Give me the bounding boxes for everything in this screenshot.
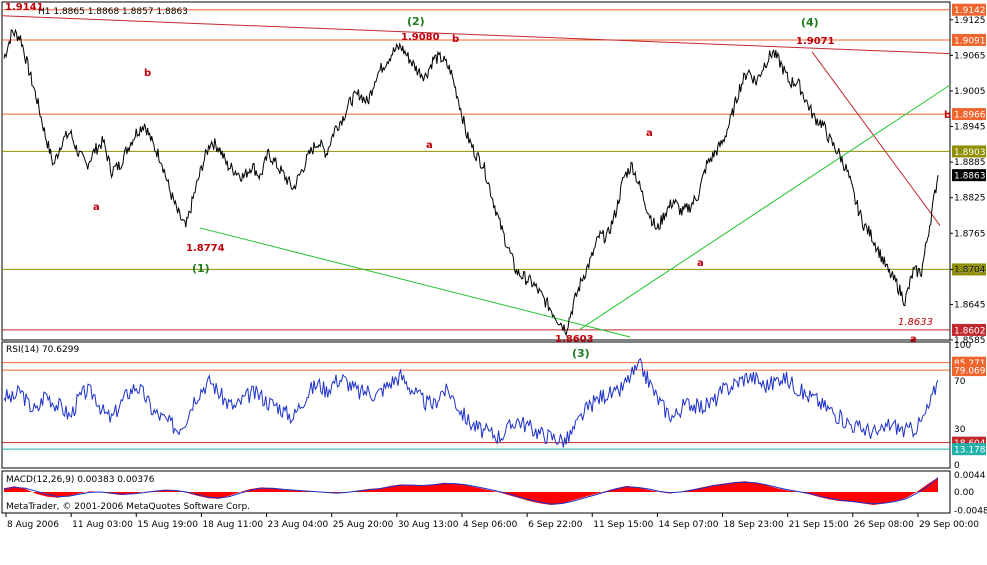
y-tick-label: 1.8825: [954, 194, 986, 204]
rsi-tick-label: 70: [954, 377, 966, 387]
x-tick-label: 23 Aug 04:00: [268, 520, 329, 530]
macd-tick-label: 0.00: [954, 488, 974, 498]
wave-annotation: b: [144, 68, 151, 79]
wave-annotation: a: [426, 140, 433, 151]
y-tick-label: 1.9125: [954, 16, 986, 26]
y-tick-label: 1.8645: [954, 300, 986, 310]
wave-annotation: 1.8633: [898, 317, 933, 328]
wave-annotation: (2): [407, 15, 425, 28]
wave-annotation: 1.9080: [401, 32, 440, 43]
x-tick-label: 8 Aug 2006: [7, 520, 59, 530]
wave-annotation: 1.9141: [5, 2, 44, 13]
y-tick-label: 1.8704: [954, 265, 986, 275]
wave-annotation: a: [697, 258, 704, 269]
ohlc-header: H1 1.8865 1.8868 1.8857 1.8863: [38, 7, 188, 17]
x-tick-label: 18 Aug 11:00: [202, 520, 263, 530]
wave-annotation: b: [944, 110, 951, 121]
level-label: 1.8903: [954, 148, 986, 158]
x-tick-label: 6 Sep 22:00: [528, 520, 583, 530]
wave-annotation: a: [910, 334, 917, 345]
footer-copyright: MetaTrader, © 2001-2006 MetaQuotes Softw…: [6, 502, 250, 512]
level-label: 1.8602: [954, 326, 986, 336]
wave-annotation: (4): [801, 16, 819, 29]
x-tick-label: 14 Sep 07:00: [658, 520, 718, 530]
y-tick-label: 1.8945: [954, 123, 986, 133]
wave-annotation: b: [452, 34, 459, 45]
x-tick-label: 11 Sep 15:00: [593, 520, 653, 530]
rsi-level-label: 79.0698: [954, 367, 987, 377]
rsi-tick-label: 30: [954, 425, 966, 435]
y-tick-label: 1.9065: [954, 51, 986, 61]
x-tick-label: 11 Aug 03:00: [72, 520, 133, 530]
y-tick-label: 1.9005: [954, 87, 986, 97]
level-label: 1.8966: [954, 111, 986, 121]
x-tick-label: 29 Sep 00:00: [919, 520, 979, 530]
wave-annotation: a: [646, 128, 653, 139]
x-tick-label: 18 Sep 23:00: [724, 520, 784, 530]
rsi-title: RSI(14) 70.6299: [6, 345, 79, 355]
wave-annotation: 1.9071: [796, 36, 835, 47]
macd-tick-label: -0.00487: [954, 507, 987, 517]
wave-annotation: a: [93, 202, 100, 213]
y-tick-label: 1.8765: [954, 229, 986, 239]
y-tick-label: 1.8885: [954, 158, 986, 168]
x-tick-label: 26 Sep 08:00: [854, 520, 914, 530]
wave-annotation: 1.8603: [555, 334, 594, 345]
macd-tick-label: 0.0044: [954, 471, 986, 481]
rsi-level-label: 13.1783: [954, 446, 987, 456]
level-label: 1.9142: [954, 6, 986, 16]
x-tick-label: 21 Sep 15:00: [789, 520, 849, 530]
x-tick-label: 15 Aug 19:00: [137, 520, 198, 530]
macd-title: MACD(12,26,9) 0.00383 0.00376: [6, 475, 155, 485]
x-tick-label: 25 Aug 20:00: [333, 520, 394, 530]
x-tick-label: 30 Aug 13:00: [398, 520, 459, 530]
rsi-tick-label: 100: [954, 341, 971, 351]
wave-annotation: 1.8774: [186, 243, 225, 254]
wave-annotation: (3): [572, 347, 590, 360]
wave-annotation: (1): [192, 262, 210, 275]
metatrader-chart: 1.9142 1.9091 1.8966 1.8903 1.8704 1.8602 1.88…: [0, 0, 987, 565]
current-price-label: 1.8863: [954, 172, 986, 182]
x-tick-label: 4 Sep 06:00: [463, 520, 518, 530]
rsi-tick-label: 0: [954, 461, 960, 471]
level-label: 1.9091: [954, 36, 986, 46]
